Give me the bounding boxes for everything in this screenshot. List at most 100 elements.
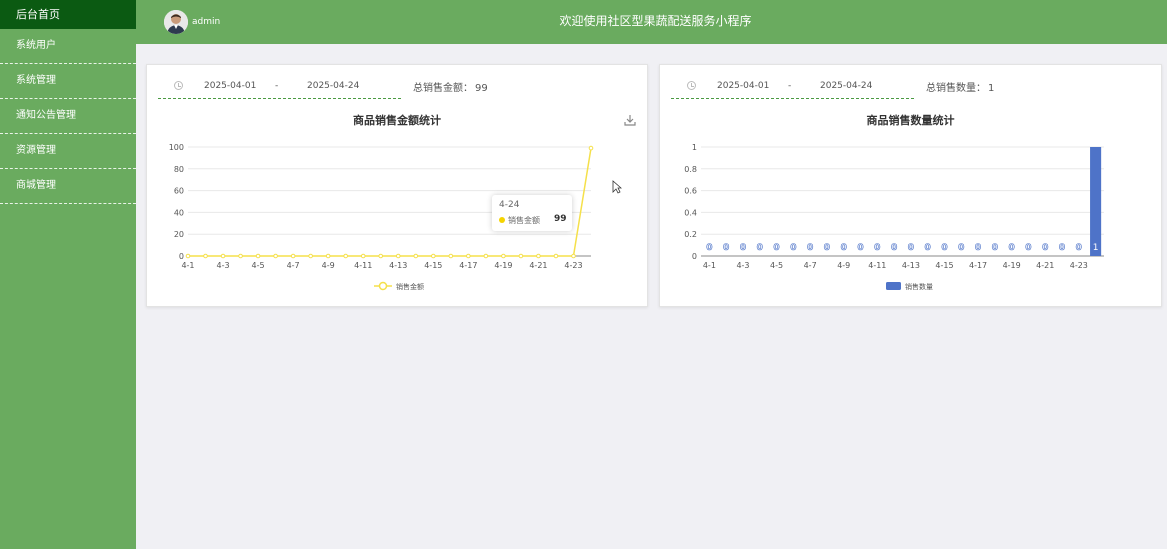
y-tick-label: 0.4 (684, 208, 697, 217)
data-label: 0 (807, 243, 813, 253)
sales-amount-card: 2025-04-01 - 2025-04-24 总销售金额： 99 商品销售金额统… (146, 64, 648, 307)
x-tick-label: 4-3 (217, 261, 230, 270)
legend-label: 销售金额 (396, 282, 424, 291)
data-point (571, 253, 576, 259)
y-tick-label: 0.6 (684, 187, 697, 196)
data-point (378, 253, 384, 259)
y-tick-label: 20 (174, 230, 184, 239)
sidebar-item-home[interactable]: 后台首页 (0, 0, 136, 29)
sidebar-item-users[interactable]: 系统用户 (0, 29, 136, 64)
data-point (431, 253, 436, 259)
data-point (360, 253, 366, 259)
y-tick-label: 1 (692, 143, 697, 152)
x-tick-label: 4-3 (736, 261, 749, 270)
legend-marker (378, 281, 388, 291)
data-label: 0 (1076, 243, 1082, 253)
x-tick-label: 4-9 (837, 261, 850, 270)
y-tick-label: 0.2 (684, 230, 697, 239)
data-point (553, 253, 559, 259)
sidebar-item-mall[interactable]: 商城管理 (0, 169, 136, 204)
sales-amount-line-chart: 0 20 40 60 80 100 4-1 4-3 4-5 4-7 4-9 4-11 4-13 4-15 4… (169, 143, 594, 291)
data-label: 1 (1093, 243, 1099, 253)
x-tick-label: 4-15 (424, 261, 442, 270)
data-point (325, 253, 331, 259)
data-label: 0 (1009, 243, 1015, 253)
tooltip-series-dot (499, 217, 505, 223)
data-point (185, 253, 191, 259)
sales-count-bar-chart: 0 0.2 0.4 0.6 0.8 1 4-1 4-3 4-5 4-7 4-9 4-11 4-13 4-1… (684, 143, 1104, 291)
data-label: 0 (1042, 243, 1048, 253)
y-tick-label: 40 (174, 208, 184, 217)
y-tick-label: 100 (169, 143, 184, 152)
data-label: 0 (975, 243, 981, 253)
x-tick-label: 4-5 (770, 261, 783, 270)
x-tick-label: 4-11 (354, 261, 372, 270)
mouse-cursor-icon (612, 180, 622, 194)
data-point (203, 253, 208, 259)
bar (1090, 147, 1102, 256)
data-point (220, 253, 226, 259)
y-tick-label: 0.8 (684, 165, 697, 174)
x-tick-label: 4-19 (494, 261, 512, 270)
data-point (536, 253, 541, 259)
x-tick-label: 4-13 (389, 261, 407, 270)
data-point (290, 253, 296, 259)
y-tick-label: 80 (174, 165, 184, 174)
legend-marker (886, 282, 901, 290)
data-label: 0 (1025, 243, 1031, 253)
data-point (308, 253, 313, 259)
sidebar-item-resources[interactable]: 资源管理 (0, 134, 136, 169)
x-tick-label: 4-21 (1036, 261, 1054, 270)
data-point (238, 253, 243, 259)
tooltip-value: 99 (554, 214, 567, 224)
data-label: 0 (958, 243, 964, 253)
data-label: 0 (891, 243, 897, 253)
x-tick-label: 4-23 (564, 261, 582, 270)
data-label: 0 (925, 243, 931, 253)
data-label: 0 (1059, 243, 1065, 253)
data-point (483, 253, 489, 259)
tooltip-label: 销售金额 (508, 216, 540, 225)
header: admin 欢迎使用社区型果蔬配送服务小程序 (136, 0, 1167, 44)
x-tick-label: 4-23 (1070, 261, 1088, 270)
data-label: 0 (773, 243, 779, 253)
data-label: 0 (790, 243, 796, 253)
data-point (448, 253, 454, 259)
data-point (518, 253, 524, 259)
x-tick-label: 4-19 (1003, 261, 1021, 270)
data-label: 0 (723, 243, 729, 253)
y-tick-label: 0 (692, 252, 697, 261)
data-point (343, 253, 348, 259)
sidebar-item-system[interactable]: 系统管理 (0, 64, 136, 99)
data-point (395, 253, 401, 259)
data-point (466, 253, 471, 259)
data-label: 0 (992, 243, 998, 253)
sidebar: 后台首页 系统用户 系统管理 通知公告管理 资源管理 商城管理 (0, 0, 136, 549)
y-tick-label: 0 (179, 252, 184, 261)
data-point (501, 253, 506, 259)
data-label: 0 (740, 243, 746, 253)
data-label: 0 (706, 243, 712, 253)
x-tick-label: 4-21 (529, 261, 547, 270)
x-tick-label: 4-1 (703, 261, 716, 270)
data-point (273, 253, 278, 259)
x-tick-label: 4-13 (902, 261, 920, 270)
x-tick-label: 4-7 (804, 261, 817, 270)
x-tick-label: 4-17 (459, 261, 477, 270)
x-tick-label: 4-9 (322, 261, 335, 270)
data-point (588, 145, 594, 151)
x-tick-label: 4-1 (181, 261, 194, 270)
chart-tooltip: 4-24 销售金额 99 (492, 195, 572, 231)
data-point (255, 253, 261, 259)
sidebar-item-notices[interactable]: 通知公告管理 (0, 99, 136, 134)
x-tick-label: 4-11 (868, 261, 886, 270)
data-label: 0 (874, 243, 880, 253)
page-title: 欢迎使用社区型果蔬配送服务小程序 (559, 14, 752, 28)
legend-label: 销售数量 (905, 282, 933, 291)
x-tick-label: 4-7 (287, 261, 300, 270)
x-tick-label: 4-15 (935, 261, 953, 270)
sales-count-card: 2025-04-01 - 2025-04-24 总销售数量： 1 商品销售数量统计… (659, 64, 1162, 307)
x-tick-label: 4-17 (969, 261, 987, 270)
data-label: 0 (757, 243, 763, 253)
data-point (413, 253, 419, 259)
